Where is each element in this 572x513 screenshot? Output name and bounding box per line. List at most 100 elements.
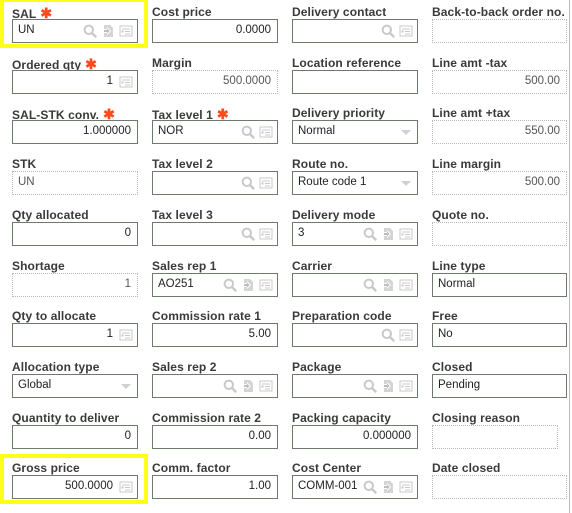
- search-icon[interactable]: [363, 379, 377, 393]
- delivery-mode-input[interactable]: 3: [292, 222, 418, 246]
- dropdown-arrow-icon[interactable]: [399, 176, 413, 190]
- field-label-text: Preparation code: [292, 309, 392, 323]
- tax-level-1-input[interactable]: NOR: [152, 120, 278, 144]
- field-label-text: Quantity to deliver: [12, 411, 120, 425]
- delivery-priority-input[interactable]: Normal: [292, 120, 418, 144]
- detail-icon[interactable]: [399, 480, 413, 494]
- field-label-text: Delivery priority: [292, 106, 386, 120]
- field-label: Line margin: [432, 157, 501, 171]
- search-icon[interactable]: [241, 176, 255, 190]
- field-line-amt-tax: Line amt -tax 500.00: [432, 53, 572, 103]
- search-icon[interactable]: [223, 379, 237, 393]
- field-label: Shortage: [12, 259, 65, 273]
- field-label-text: Line amt -tax: [432, 56, 508, 70]
- qty-to-allocate-input[interactable]: 1: [12, 323, 138, 347]
- detail-icon[interactable]: [259, 125, 273, 139]
- detail-icon[interactable]: [399, 379, 413, 393]
- search-icon[interactable]: [363, 227, 377, 241]
- detail-icon[interactable]: [399, 328, 413, 342]
- closed-input[interactable]: Pending: [432, 374, 567, 398]
- closing-reason-input: [432, 425, 558, 449]
- field-label: Qty allocated: [12, 208, 89, 222]
- field-value: 1.00: [248, 480, 271, 492]
- field-label: Delivery priority: [292, 106, 385, 120]
- preparation-code-input[interactable]: [292, 323, 418, 347]
- field-label: Tax level 2: [152, 157, 213, 171]
- route-no-input[interactable]: Route code 1: [292, 171, 418, 195]
- link-icon[interactable]: [381, 480, 395, 494]
- tax-level-3-input[interactable]: [152, 222, 278, 246]
- field-free: Free No: [432, 306, 572, 356]
- delivery-contact-input[interactable]: [292, 19, 418, 43]
- detail-icon[interactable]: [399, 24, 413, 38]
- field-comm-factor: Comm. factor 1.00: [152, 458, 292, 508]
- field-tax-level-3: Tax level 3: [152, 205, 292, 255]
- detail-icon[interactable]: [259, 278, 273, 292]
- comm-factor-input[interactable]: 1.00: [152, 475, 278, 499]
- carrier-input[interactable]: [292, 273, 418, 297]
- field-line-amt-tax: Line amt +tax 550.00: [432, 103, 572, 153]
- qty-allocated-input[interactable]: 0: [12, 222, 138, 246]
- field-value: No: [438, 328, 453, 340]
- dropdown-arrow-icon[interactable]: [119, 379, 133, 393]
- dropdown-arrow-icon[interactable]: [399, 125, 413, 139]
- cost-price-input[interactable]: 0.0000: [152, 19, 278, 43]
- sales-rep-2-input[interactable]: [152, 374, 278, 398]
- field-label-text: Qty allocated: [12, 208, 89, 222]
- link-icon[interactable]: [381, 227, 395, 241]
- detail-icon[interactable]: [259, 379, 273, 393]
- search-icon[interactable]: [241, 227, 255, 241]
- ordered-qty-input[interactable]: 1: [12, 70, 138, 94]
- detail-icon[interactable]: [119, 328, 133, 342]
- field-label: Commission rate 2: [152, 411, 261, 425]
- commission-rate-2-input[interactable]: 0.00: [152, 425, 278, 449]
- field-location-reference: Location reference: [292, 53, 432, 103]
- cost-center-input[interactable]: COMM-001: [292, 475, 418, 499]
- link-icon[interactable]: [381, 278, 395, 292]
- field-label: Back-to-back order no.: [432, 5, 565, 19]
- link-icon[interactable]: [241, 379, 255, 393]
- detail-icon[interactable]: [259, 176, 273, 190]
- field-label: Comm. factor: [152, 461, 231, 475]
- field-sales-rep-1: Sales rep 1 AO251: [152, 256, 292, 306]
- location-reference-input[interactable]: [292, 70, 418, 94]
- field-label-text: Route no.: [292, 157, 349, 171]
- field-label-text: Location reference: [292, 56, 402, 70]
- package-input[interactable]: [292, 374, 418, 398]
- field-line-margin: Line margin 500.00: [432, 154, 572, 204]
- search-icon[interactable]: [363, 278, 377, 292]
- field-value: 0: [124, 227, 131, 239]
- detail-icon[interactable]: [399, 227, 413, 241]
- detail-icon[interactable]: [119, 75, 133, 89]
- field-label: Tax level 3: [152, 208, 213, 222]
- field-label-text: Margin: [152, 56, 192, 70]
- packing-capacity-input[interactable]: 0.000000: [292, 425, 418, 449]
- search-icon[interactable]: [241, 125, 255, 139]
- quantity-to-deliver-input[interactable]: 0: [12, 425, 138, 449]
- back-to-back-order-no-input: [432, 19, 567, 43]
- field-label-text: Carrier: [292, 259, 333, 273]
- search-icon[interactable]: [363, 480, 377, 494]
- field-label-text: Delivery mode: [292, 208, 376, 222]
- link-icon[interactable]: [241, 278, 255, 292]
- search-icon[interactable]: [223, 278, 237, 292]
- allocation-type-input[interactable]: Global: [12, 374, 138, 398]
- free-input[interactable]: No: [432, 323, 567, 347]
- detail-icon[interactable]: [399, 278, 413, 292]
- field-label: Closing reason: [432, 411, 520, 425]
- search-icon[interactable]: [381, 328, 395, 342]
- tax-level-2-input[interactable]: [152, 171, 278, 195]
- sal-stk-conv-input[interactable]: 1.000000: [12, 120, 138, 144]
- sales-rep-1-input[interactable]: AO251: [152, 273, 278, 297]
- field-label-text: Closing reason: [432, 411, 521, 425]
- field-label-text: Cost Center: [292, 461, 362, 475]
- detail-icon[interactable]: [259, 227, 273, 241]
- field-label: Margin: [152, 56, 192, 70]
- field-sal-stk-conv: SAL-STK conv. ✱ 1.000000: [12, 103, 152, 153]
- link-icon[interactable]: [381, 379, 395, 393]
- line-type-input[interactable]: Normal: [432, 273, 567, 297]
- search-icon[interactable]: [381, 24, 395, 38]
- field-label: Free: [432, 309, 458, 323]
- highlight-box: [0, 0, 148, 48]
- commission-rate-1-input[interactable]: 5.00: [152, 323, 278, 347]
